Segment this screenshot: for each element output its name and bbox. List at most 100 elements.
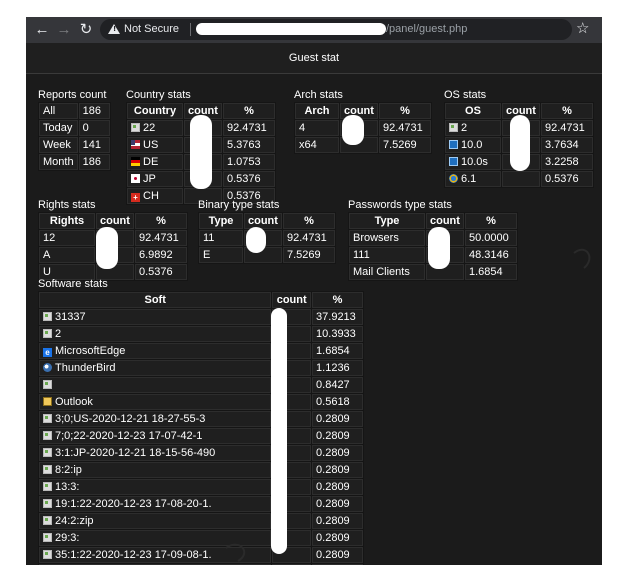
name-cell: 11: [199, 230, 243, 246]
table-row: 8:2:ip 0.2809: [39, 462, 363, 478]
name-text: 111: [353, 249, 370, 261]
broken-image-icon: [43, 516, 52, 525]
percent-cell: 0.5618: [312, 394, 363, 410]
passwords-stats-panel: Passwords type stats Type count% Browsers…: [348, 199, 518, 281]
name-cell: 13:3:: [39, 479, 272, 495]
software-stats-table: Soft count% 31337 37.9213 2 10.3933 e Micros…: [38, 291, 364, 565]
name-cell: 2: [39, 326, 272, 342]
name-cell: ThunderBird: [39, 360, 272, 376]
column-header: Arch: [295, 103, 339, 119]
redacted-count-column: [271, 308, 287, 554]
address-separator: [190, 23, 191, 36]
percent-cell: 1.0753: [222, 154, 275, 170]
binary-stats-table: Type count% 11 92.4731 E 7.5269: [198, 212, 336, 264]
page-title: Guest stat: [288, 52, 340, 64]
percent-cell: 0.2809: [312, 513, 363, 529]
name-cell: JP: [127, 171, 183, 187]
table-row: 2 10.3933: [39, 326, 363, 342]
name-text: 10.0s: [461, 156, 488, 168]
report-value: 141: [78, 137, 110, 153]
table-row: 40:2:zip 0.2809: [39, 564, 363, 565]
percent-cell: 92.4731: [540, 120, 593, 136]
percent-cell: 0.2809: [312, 428, 363, 444]
column-header: Soft: [39, 292, 272, 308]
edge-icon: e: [43, 348, 52, 357]
percent-cell: 0.5376: [222, 171, 275, 187]
name-text: 29:3:: [55, 532, 80, 544]
table-row: 11 92.4731: [199, 230, 335, 246]
bookmark-star-icon[interactable]: ☆: [576, 19, 589, 39]
forward-arrow-icon[interactable]: →: [54, 20, 74, 40]
name-text: ThunderBird: [55, 362, 116, 374]
name-text: 4: [299, 122, 306, 134]
rights-stats-title: Rights stats: [38, 199, 96, 211]
name-cell: e MicrosoftEdge: [39, 343, 272, 359]
broken-image-icon: [43, 312, 52, 321]
percent-cell: 0.2809: [312, 462, 363, 478]
redacted-count-column: [428, 227, 450, 269]
software-stats-title: Software stats: [38, 278, 108, 290]
name-text: 6.1: [461, 173, 477, 185]
name-cell: A: [39, 247, 95, 263]
table-row: 7;0;22-2020-12-23 17-07-42-1 0.2809: [39, 428, 363, 444]
table-row: Week 141: [39, 137, 110, 153]
name-text: 35:1:22-2020-12-23 17-09-08-1.: [55, 549, 212, 561]
column-header: Type: [349, 213, 425, 229]
name-cell: E: [199, 247, 243, 263]
reports-count-panel: Reports count All 186 Today 0 Week 141 Month 18…: [38, 89, 111, 171]
broken-image-icon: [43, 550, 52, 559]
browser-toolbar: ← → ↻ Not Secure /panel/guest.php ☆: [26, 17, 602, 43]
country-stats-title: Country stats: [126, 89, 191, 101]
table-row: 0.8427: [39, 377, 363, 393]
reports-count-title: Reports count: [38, 89, 107, 101]
report-label: Today: [39, 120, 78, 136]
report-value: 186: [78, 103, 110, 119]
percent-cell: 92.4731: [378, 120, 431, 136]
thunderbird-icon: [43, 363, 52, 372]
name-text: A: [43, 249, 51, 261]
name-text: 2: [461, 122, 468, 134]
rights-stats-panel: Rights stats Rights count% 12 92.4731 A 6.…: [38, 199, 188, 281]
redacted-host: [196, 23, 386, 35]
name-cell: DE: [127, 154, 183, 170]
page-content: Guest stat Reports count All 186 Today 0 Wee…: [26, 43, 602, 565]
broken-image-icon: [43, 533, 52, 542]
percent-cell: 5.3763: [222, 137, 275, 153]
name-text: 8:2:ip: [55, 464, 82, 476]
broken-image-icon: [43, 329, 52, 338]
percent-cell: 92.4731: [222, 120, 275, 136]
reload-icon[interactable]: ↻: [76, 20, 96, 40]
broken-image-icon: [43, 431, 52, 440]
table-row: 19:1:22-2020-12-23 17-08-20-1. 0.2809: [39, 496, 363, 512]
report-label: All: [39, 103, 78, 119]
back-arrow-icon[interactable]: ←: [32, 20, 52, 40]
passwords-stats-title: Passwords type stats: [348, 199, 452, 211]
percent-cell: 48.3146: [464, 247, 517, 263]
name-cell: x64: [295, 137, 339, 153]
column-header: OS: [445, 103, 501, 119]
percent-cell: 0.2809: [312, 479, 363, 495]
table-row: 3;0;US-2020-12-21 18-27-55-3 0.2809: [39, 411, 363, 427]
name-text: 19:1:22-2020-12-23 17-08-20-1.: [55, 498, 212, 510]
table-row: Outlook 0.5618: [39, 394, 363, 410]
name-text: 24:2:zip: [55, 515, 94, 527]
country-stats-panel: Country stats Country count% 22 92.4731 US…: [126, 89, 276, 205]
count-cell: [272, 564, 312, 565]
address-bar[interactable]: Not Secure /panel/guest.php: [100, 19, 572, 40]
name-cell: 35:1:22-2020-12-23 17-09-08-1.: [39, 547, 272, 563]
redacted-count-column: [510, 115, 530, 171]
broken-image-icon: [43, 448, 52, 457]
name-cell: 4: [295, 120, 339, 136]
name-text: 2: [55, 328, 62, 340]
percent-cell: 0.2809: [312, 445, 363, 461]
column-header: count: [426, 213, 464, 229]
url-path: /panel/guest.php: [386, 23, 468, 35]
broken-image-icon: [43, 414, 52, 423]
report-label: Week: [39, 137, 78, 153]
software-stats-panel: Software stats Soft count% 31337 37.9213 2…: [38, 278, 364, 565]
windows7-icon: [449, 174, 458, 183]
name-cell: 24:2:zip: [39, 513, 272, 529]
jp-flag-icon: [131, 174, 140, 183]
name-text: Mail Clients: [353, 266, 410, 278]
table-row: 24:2:zip 0.2809: [39, 513, 363, 529]
